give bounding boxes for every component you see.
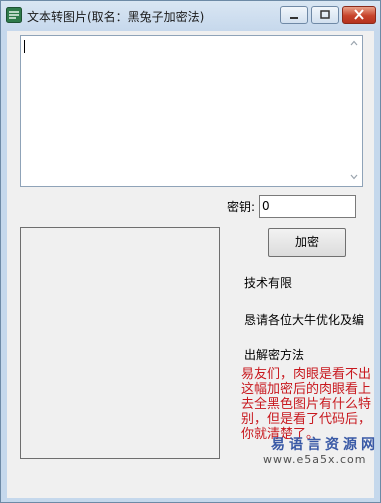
key-label: 密钥: xyxy=(227,200,256,214)
watermark-brand: 易语言资源网 xyxy=(271,437,379,453)
maximize-button[interactable] xyxy=(311,6,339,24)
encrypt-button[interactable]: 加密 xyxy=(268,228,346,257)
key-input[interactable]: 0 xyxy=(259,195,356,218)
main-text-input[interactable] xyxy=(20,35,363,187)
scroll-down-icon[interactable] xyxy=(350,174,358,180)
text-caret xyxy=(24,40,25,53)
app-window: 文本转图片(取名：黑兔子加密法) 密钥: 0 加密 技术有限 恳请各位大牛优化及… xyxy=(0,0,381,503)
info-line-1: 技术有限 xyxy=(244,276,293,290)
vertical-scrollbar[interactable] xyxy=(346,36,362,186)
close-icon xyxy=(354,9,364,20)
image-preview-box xyxy=(20,227,220,459)
info-line-3: 出解密方法 xyxy=(244,348,305,362)
window-title: 文本转图片(取名：黑兔子加密法) xyxy=(27,10,205,24)
minimize-button[interactable] xyxy=(280,6,308,24)
client-area: 密钥: 0 加密 技术有限 恳请各位大牛优化及编 出解密方法 易友们，肉眼是看不… xyxy=(7,31,374,498)
close-button[interactable] xyxy=(342,6,376,24)
scroll-up-icon[interactable] xyxy=(350,40,358,46)
app-icon xyxy=(6,7,22,23)
minimize-icon xyxy=(290,17,298,19)
title-bar[interactable]: 文本转图片(取名：黑兔子加密法) xyxy=(1,1,380,31)
red-note-text: 易友们，肉眼是看不出这幅加密后的肉眼看上去全黑色图片有什么特别，但是看了代码后，… xyxy=(241,367,372,442)
info-line-2: 恳请各位大牛优化及编 xyxy=(244,313,365,327)
watermark-url: www.e5a5x.com xyxy=(263,453,367,466)
maximize-icon xyxy=(320,10,330,19)
